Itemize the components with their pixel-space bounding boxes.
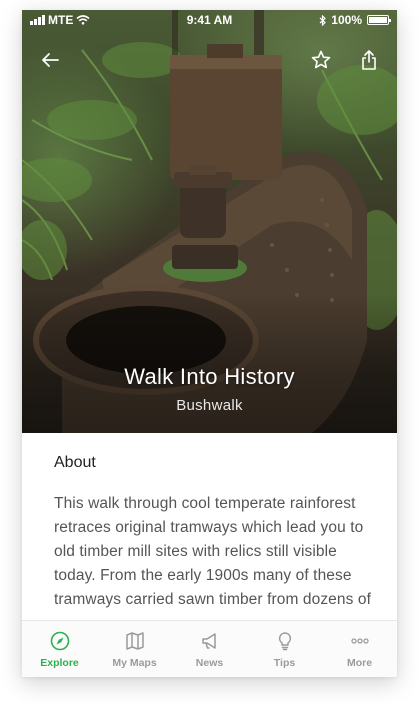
map-icon (125, 632, 144, 650)
about-heading: About (54, 454, 96, 471)
hero-image: Walk Into History Bushwalk (22, 10, 397, 433)
status-right: 100% (319, 13, 391, 27)
tab-my-maps[interactable]: My Maps (97, 621, 172, 677)
battery-icon (367, 15, 391, 25)
tab-label: Tips (273, 657, 296, 669)
status-bar: MTE 9:41 AM 100% (22, 10, 397, 30)
tab-news[interactable]: News (172, 621, 247, 677)
tab-explore[interactable]: Explore (22, 621, 97, 677)
tab-more[interactable]: More (322, 621, 397, 677)
compass-icon (50, 631, 69, 651)
megaphone-icon (201, 633, 216, 649)
back-button[interactable] (38, 48, 62, 72)
more-icon (350, 638, 369, 644)
phone-screen: Walk Into History Bushwalk MTE 9:41 AM 1… (22, 10, 397, 677)
tab-tips[interactable]: Tips (247, 621, 322, 677)
share-button[interactable] (357, 48, 381, 72)
tab-bar: Explore My Maps News Tips More (22, 620, 397, 677)
lightbulb-icon (278, 632, 291, 651)
star-icon (311, 50, 331, 69)
arrow-left-icon (42, 53, 59, 67)
favorite-button[interactable] (309, 48, 333, 72)
tab-label: More (346, 657, 373, 669)
share-icon (362, 50, 376, 70)
about-description: This walk through cool temperate rainfor… (54, 495, 371, 608)
tab-label: News (195, 657, 224, 669)
about-section: About This walk through cool temperate r… (22, 433, 397, 621)
tab-label: My Maps (112, 657, 157, 669)
walk-category: Bushwalk (176, 397, 243, 414)
walk-title: Walk Into History (124, 364, 295, 389)
tab-label: Explore (40, 657, 79, 669)
battery-percent: 100% (331, 13, 362, 27)
bluetooth-icon (319, 14, 327, 26)
